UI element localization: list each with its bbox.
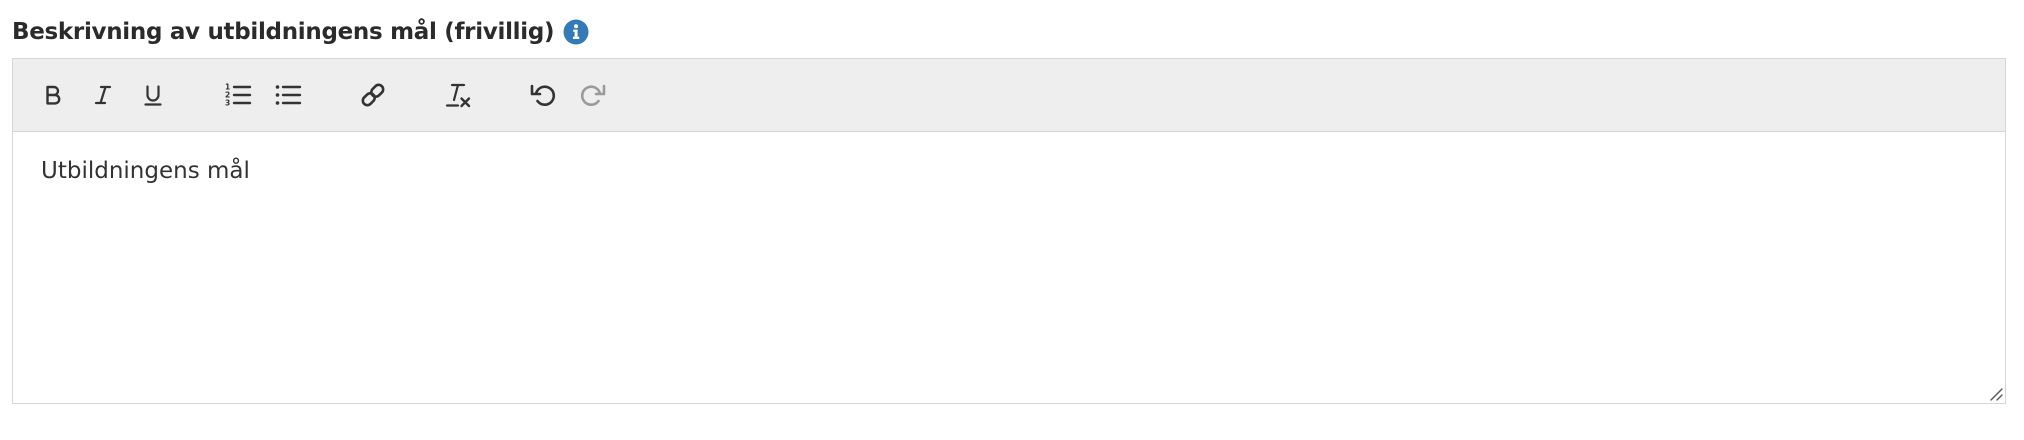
numbered-list-icon: 1 2 3 (224, 81, 252, 109)
undo-button[interactable] (524, 76, 562, 114)
link-icon (359, 81, 387, 109)
bullet-list-button[interactable] (269, 76, 307, 114)
editor-toolbar: 1 2 3 (13, 59, 2005, 132)
resize-handle[interactable] (1987, 385, 2003, 401)
italic-icon (91, 83, 115, 107)
field-label: Beskrivning av utbildningens mål (frivil… (12, 19, 555, 45)
underline-button[interactable] (134, 76, 172, 114)
bullet-list-icon (274, 81, 302, 109)
svg-text:3: 3 (225, 99, 230, 108)
clear-formatting-icon (444, 81, 472, 109)
bold-icon (41, 83, 65, 107)
clear-formatting-button[interactable] (439, 76, 477, 114)
field-label-row: Beskrivning av utbildningens mål (frivil… (12, 14, 2008, 50)
info-circle-icon[interactable] (563, 19, 589, 45)
italic-button[interactable] (84, 76, 122, 114)
redo-button[interactable] (574, 76, 612, 114)
underline-icon (141, 83, 165, 107)
editor-content-area[interactable]: Utbildningens mål (13, 132, 2005, 403)
bold-button[interactable] (34, 76, 72, 114)
redo-icon (579, 81, 607, 109)
ordered-list-button[interactable]: 1 2 3 (219, 76, 257, 114)
link-button[interactable] (354, 76, 392, 114)
goals-description-field: Beskrivning av utbildningens mål (frivil… (12, 14, 2008, 404)
undo-icon (529, 81, 557, 109)
rich-text-editor: 1 2 3 Utbildningens mål (12, 58, 2006, 404)
editor-content-text: Utbildningens mål (41, 158, 250, 184)
